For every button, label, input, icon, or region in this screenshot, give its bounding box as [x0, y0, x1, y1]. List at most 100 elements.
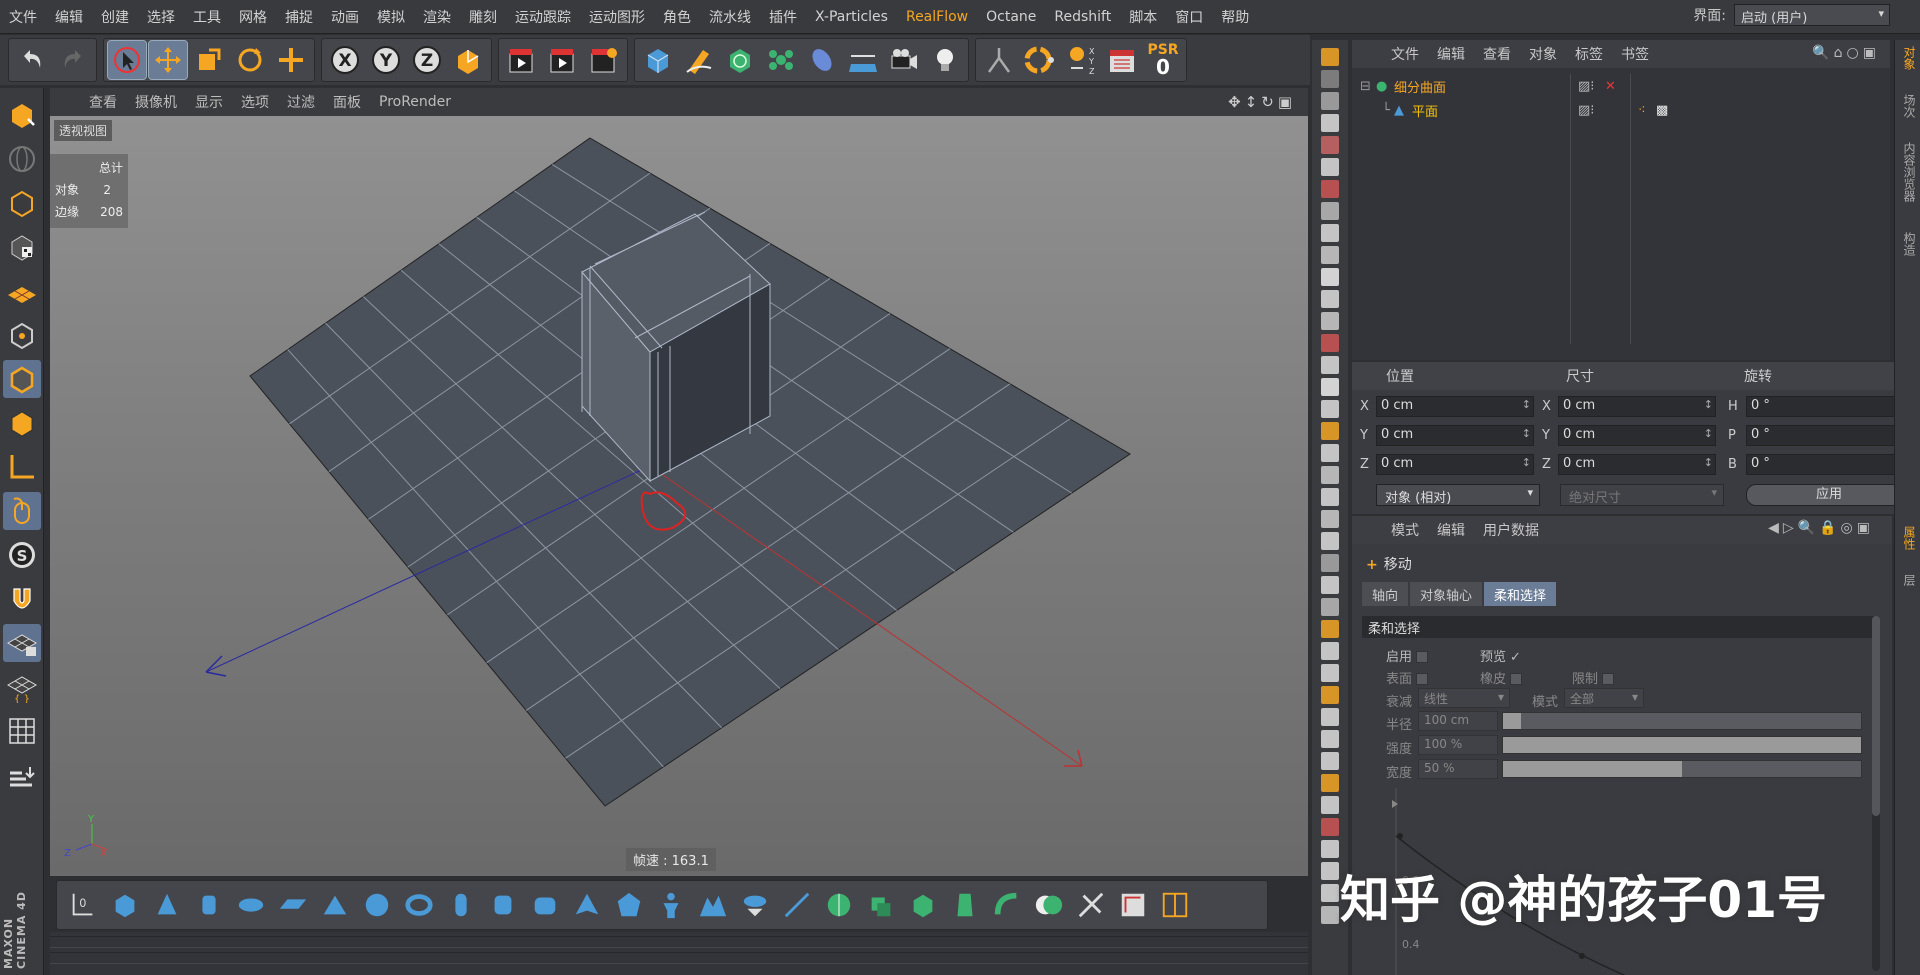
tool-icon[interactable] — [1321, 466, 1339, 484]
scene-render[interactable]: X Y Z — [50, 116, 1308, 876]
render-picture-viewer-button[interactable] — [544, 41, 582, 79]
render-settings-button[interactable] — [585, 41, 623, 79]
rotation-field[interactable]: 0 ° — [1746, 396, 1908, 417]
om-menu-item[interactable]: 对象 — [1520, 44, 1566, 64]
workplane-button[interactable] — [3, 140, 41, 178]
tool-icon[interactable] — [1321, 488, 1339, 506]
menu-item[interactable]: 网格 — [230, 7, 276, 27]
layers-button[interactable] — [3, 756, 41, 794]
restrict-checkbox[interactable] — [1602, 673, 1615, 685]
tool-icon[interactable] — [1321, 532, 1339, 550]
menu-item[interactable]: 选择 — [138, 7, 184, 27]
object-name[interactable]: 平面 — [1412, 101, 1438, 120]
viewport-menu-item[interactable]: 摄像机 — [126, 92, 186, 112]
side-tab[interactable]: 层 — [1898, 574, 1918, 586]
size-mode-select[interactable]: 绝对尺寸 ▾ — [1560, 484, 1724, 506]
tool-icon[interactable] — [1321, 708, 1339, 726]
deformer-button[interactable] — [803, 41, 841, 79]
menu-item[interactable]: 角色 — [654, 7, 700, 27]
viewport-nav-icons[interactable]: ✥↕↻▣ — [1228, 93, 1296, 111]
tool-icon[interactable] — [1321, 554, 1339, 572]
tool-icon[interactable] — [1321, 356, 1339, 374]
attribute-tab[interactable]: 柔和选择 — [1484, 582, 1557, 606]
side-tab[interactable]: 构造 — [1898, 232, 1918, 256]
position-field[interactable]: 0 cm — [1376, 396, 1534, 417]
tool-icon[interactable] — [1321, 620, 1339, 638]
tool-icon[interactable] — [1321, 664, 1339, 682]
last-tool-button[interactable] — [272, 41, 310, 79]
menu-item[interactable]: 运动跟踪 — [506, 7, 580, 27]
render-view-button[interactable] — [503, 41, 541, 79]
am-menu-item[interactable]: 编辑 — [1428, 520, 1474, 540]
scale-tool-button[interactable] — [190, 41, 228, 79]
menu-item[interactable]: Redshift — [1045, 9, 1120, 25]
menu-item[interactable]: 雕刻 — [460, 7, 506, 27]
redo-button[interactable] — [54, 41, 92, 79]
apply-button[interactable]: 应用 — [1746, 484, 1912, 506]
viewport-menu-item[interactable]: ProRender — [370, 94, 460, 110]
viewport-menu-item[interactable]: 查看 — [80, 92, 126, 112]
menu-item[interactable]: 运动图形 — [580, 7, 654, 27]
loft-button[interactable] — [905, 887, 941, 923]
strength-field[interactable]: 100 % — [1418, 735, 1498, 755]
tool-icon[interactable] — [1321, 180, 1339, 198]
attribute-tab[interactable]: 轴向 — [1362, 582, 1409, 606]
boole-button[interactable] — [1031, 887, 1067, 923]
z-axis-button[interactable]: Z — [408, 41, 446, 79]
om-menu-item[interactable]: 标签 — [1566, 44, 1612, 64]
tool-icon[interactable] — [1321, 246, 1339, 264]
rubber-checkbox[interactable] — [1510, 673, 1523, 685]
sphere-button[interactable] — [359, 887, 395, 923]
tool-icon[interactable] — [1321, 334, 1339, 352]
tool-icon[interactable] — [1321, 818, 1339, 836]
xyz-light-button[interactable]: XYZ — [1062, 41, 1100, 79]
lock-workplane-button[interactable] — [2, 624, 41, 662]
render-region-button[interactable] — [1157, 887, 1193, 923]
side-tab[interactable]: 内容浏览器 — [1898, 142, 1918, 202]
solo-button[interactable]: S — [3, 536, 41, 574]
tool-icon[interactable] — [1321, 312, 1339, 330]
model-mode-button[interactable] — [3, 184, 41, 222]
radius-slider[interactable] — [1502, 712, 1862, 730]
coordinate-system-button[interactable] — [449, 41, 487, 79]
tool-icon[interactable] — [1321, 752, 1339, 770]
viewport-menu-item[interactable]: 面板 — [324, 92, 370, 112]
disable-x-icon[interactable]: ✕ — [1605, 79, 1616, 94]
om-menu-item[interactable]: 书签 — [1612, 44, 1658, 64]
perspective-viewport[interactable]: X Y Z 透视视图 总计 对象 2 边缘 208 帧速 : 163.1 — [50, 116, 1308, 876]
object-name[interactable]: 细分曲面 — [1394, 77, 1446, 96]
timeline-track[interactable] — [50, 936, 1308, 948]
cube-button[interactable] — [107, 887, 143, 923]
falloff-select[interactable]: 线性 ▾ — [1418, 688, 1510, 708]
tool-icon[interactable] — [1321, 290, 1339, 308]
knife-button[interactable] — [1073, 887, 1109, 923]
tool-icon[interactable] — [1321, 400, 1339, 418]
menu-item[interactable]: 编辑 — [46, 7, 92, 27]
radius-field[interactable]: 100 cm — [1418, 711, 1498, 731]
tool-icon[interactable] — [1321, 642, 1339, 660]
om-menu-item[interactable]: 文件 — [1382, 44, 1428, 64]
recycle-button[interactable] — [1021, 41, 1059, 79]
attribute-nav-icons[interactable]: ◀▷🔍🔒◎▣ — [1768, 520, 1874, 536]
tool-icon[interactable] — [1321, 510, 1339, 528]
strength-slider[interactable] — [1502, 736, 1862, 754]
subdivision-button[interactable] — [721, 41, 759, 79]
menu-item[interactable]: 动画 — [322, 7, 368, 27]
visibility-dots[interactable]: ▨⁝ — [1578, 103, 1594, 118]
attribute-scrollbar[interactable] — [1872, 616, 1880, 971]
viewport-menu-item[interactable]: 显示 — [186, 92, 232, 112]
figure-button[interactable] — [653, 887, 689, 923]
landscape-button[interactable] — [695, 887, 731, 923]
menu-item[interactable]: 模拟 — [368, 7, 414, 27]
tag-icon[interactable]: ⁖ — [1638, 103, 1646, 118]
tool-icon[interactable] — [1321, 92, 1339, 110]
torus-button[interactable] — [401, 887, 437, 923]
texture-tag-icon[interactable]: ▩ — [1656, 103, 1668, 118]
preview-checkmark[interactable]: ✓ — [1510, 650, 1521, 665]
enable-checkbox[interactable] — [1416, 651, 1429, 663]
disc-button[interactable] — [233, 887, 269, 923]
menu-item[interactable]: 窗口 — [1166, 7, 1212, 27]
position-field[interactable]: 0 cm — [1376, 454, 1534, 475]
tool-icon[interactable] — [1321, 884, 1339, 902]
surface-checkbox[interactable] — [1416, 673, 1429, 685]
